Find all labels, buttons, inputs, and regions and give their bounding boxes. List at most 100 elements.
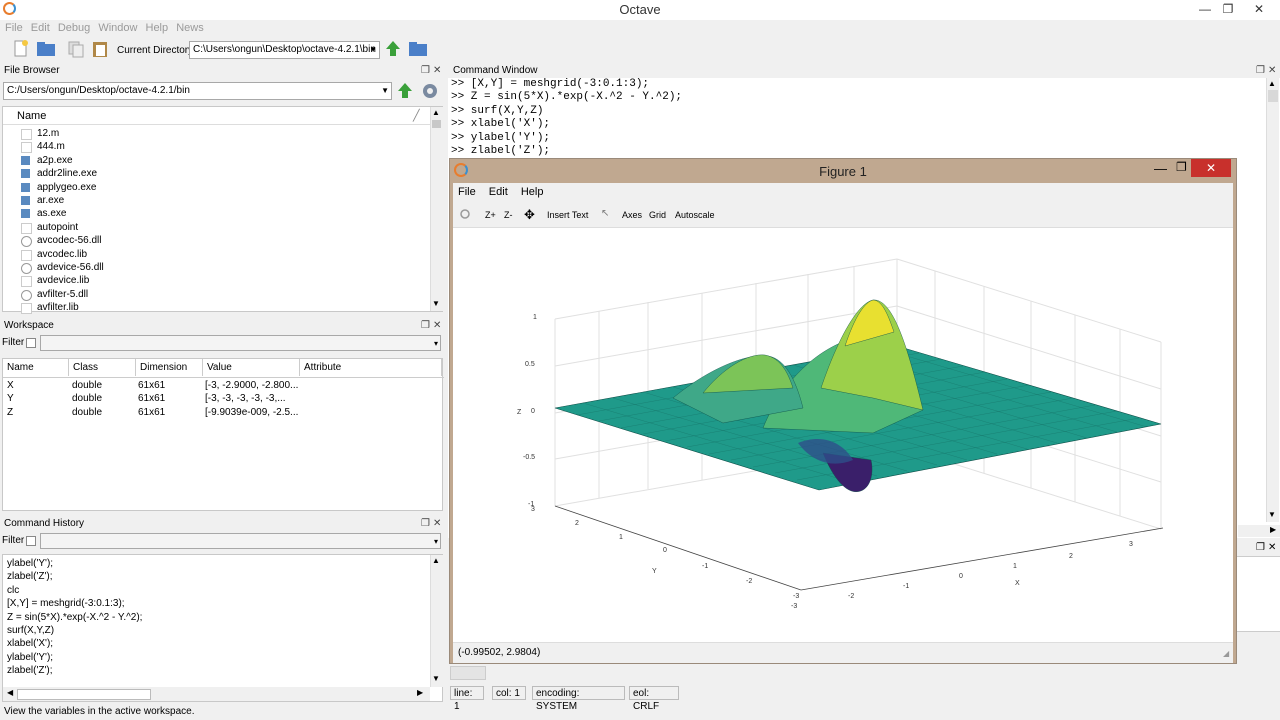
command-hscroll-fragment[interactable]: ▶ <box>1238 525 1280 537</box>
current-directory-label: Current Directory: <box>117 45 196 56</box>
browse-folder-icon[interactable] <box>408 40 427 58</box>
chevron-down-icon[interactable]: ▾ <box>434 534 438 550</box>
scroll-up-icon[interactable]: ▲ <box>432 556 440 565</box>
history-filter-input[interactable]: ▾ <box>40 533 441 549</box>
history-entry[interactable]: surf(X,Y,Z) <box>7 624 54 637</box>
history-hscrollbar[interactable]: ◀ ▶ <box>3 687 430 701</box>
figure-menu-edit[interactable]: Edit <box>489 186 508 198</box>
file-list-scrollbar[interactable]: ▲ ▼ <box>430 107 443 311</box>
undock-icon[interactable]: ❐ <box>1256 542 1265 553</box>
new-script-icon[interactable] <box>12 40 30 58</box>
column-header[interactable]: Value <box>203 359 300 376</box>
zoom-in-button[interactable]: Z+ <box>485 209 496 222</box>
command-hscroll-thumb[interactable] <box>450 666 486 680</box>
menu-file[interactable]: File <box>5 20 23 36</box>
menu-window[interactable]: Window <box>98 20 137 36</box>
copy-icon[interactable] <box>67 40 85 58</box>
column-name-header[interactable]: Name <box>17 110 46 122</box>
minimize-button[interactable]: — <box>1154 161 1167 176</box>
close-icon[interactable]: ✕ <box>433 63 441 79</box>
zoom-out-button[interactable]: Z- <box>504 209 513 222</box>
figure-canvas[interactable]: 1 0.5 0 -0.5 -1 -3 -2 -1 0 1 2 3 -3 -2 -1 0 1 2 3 Z X Y <box>453 228 1233 642</box>
document-file-icon <box>21 276 32 288</box>
column-header[interactable]: Dimension <box>136 359 203 376</box>
figure-menu-file[interactable]: File <box>458 186 476 198</box>
chevron-down-icon[interactable]: ▼ <box>381 83 389 99</box>
history-entry[interactable]: ylabel('Y'); <box>7 557 53 570</box>
workspace-row[interactable]: Ydouble 61x61 [-3, -3, -3, -3, -3,... <box>3 392 442 405</box>
history-entry[interactable]: zlabel('Z'); <box>7 664 53 677</box>
scroll-down-icon[interactable]: ▼ <box>432 674 440 683</box>
undock-icon[interactable]: ❐ <box>421 516 430 532</box>
menu-news[interactable]: News <box>176 20 204 36</box>
file-name: avdevice.lib <box>37 275 90 287</box>
undock-icon[interactable]: ❐ <box>1256 63 1265 79</box>
workspace-filter-input[interactable]: ▾ <box>40 335 441 351</box>
column-header[interactable]: Class <box>69 359 136 376</box>
close-button[interactable]: ✕ <box>1191 159 1231 177</box>
pan-icon[interactable]: ✥ <box>524 207 535 223</box>
column-header[interactable]: Name <box>3 359 69 376</box>
surface-plot[interactable]: 10.50-0.5-1-3-2-10123-3-2-10123 Z X Y <box>453 228 1233 642</box>
history-entry[interactable]: Z = sin(5*X).*exp(-X.^2 - Y.^2); <box>7 611 142 624</box>
autoscale-button[interactable]: Autoscale <box>675 209 715 222</box>
close-icon[interactable]: ✕ <box>433 318 441 334</box>
history-entry[interactable]: zlabel('Z'); <box>7 570 53 583</box>
column-header[interactable]: Attribute <box>300 359 442 376</box>
history-filter-checkbox[interactable] <box>26 536 36 546</box>
chevron-down-icon[interactable]: ▼ <box>369 42 377 58</box>
file-name: autopoint <box>37 221 79 233</box>
select-pointer-icon[interactable]: ↖ <box>601 208 609 219</box>
history-entry[interactable]: xlabel('X'); <box>7 637 53 650</box>
undock-icon[interactable]: ❐ <box>421 318 430 334</box>
open-folder-icon[interactable] <box>36 40 55 58</box>
up-directory-icon[interactable] <box>396 82 414 100</box>
scroll-thumb[interactable] <box>1268 90 1278 102</box>
document-file-icon <box>21 222 32 234</box>
file-browser-path-combo[interactable]: C:/Users/ongun/Desktop/octave-4.2.1/bin … <box>3 82 392 100</box>
history-entry[interactable]: ylabel('Y'); <box>7 651 53 664</box>
history-scrollbar[interactable]: ▲ ▼ <box>430 555 443 687</box>
title-bar: Octave — ❐ ✕ <box>0 0 1280 20</box>
figure-menu-bar: File Edit Help <box>453 183 1233 203</box>
editor-area-fragment[interactable] <box>1236 556 1280 632</box>
current-directory-combo[interactable]: C:\Users\ongun\Desktop\octave-4.2.1\bin … <box>189 41 380 59</box>
scroll-left-icon[interactable]: ◀ <box>7 688 13 697</box>
workspace-row[interactable]: Zdouble 61x61 [-9.9039e-009, -2.5... <box>3 406 442 419</box>
encoding-label: encoding: <box>536 688 580 699</box>
rotate-icon[interactable] <box>459 208 471 223</box>
close-icon[interactable]: ✕ <box>433 516 441 532</box>
menu-debug[interactable]: Debug <box>58 20 90 36</box>
insert-text-button[interactable]: Insert Text <box>547 209 588 222</box>
menu-help[interactable]: Help <box>146 20 169 36</box>
scroll-up-icon[interactable]: ▲ <box>1268 79 1276 88</box>
scroll-right-icon[interactable]: ▶ <box>417 688 423 697</box>
scroll-thumb[interactable] <box>432 120 441 128</box>
scroll-thumb[interactable] <box>17 689 151 700</box>
up-directory-icon[interactable] <box>384 40 402 58</box>
scroll-down-icon[interactable]: ▼ <box>1268 510 1276 519</box>
command-scrollbar[interactable]: ▲ ▼ <box>1266 78 1279 522</box>
gear-icon[interactable] <box>420 81 438 99</box>
figure-menu-help[interactable]: Help <box>521 186 544 198</box>
history-entry[interactable]: clc <box>7 584 19 597</box>
axes-button[interactable]: Axes <box>622 209 642 222</box>
y-tick-label: -1 <box>702 563 708 570</box>
workspace-filter-checkbox[interactable] <box>26 338 36 348</box>
workspace-row[interactable]: Xdouble 61x61 [-3, -2.9000, -2.800... <box>3 379 442 392</box>
menu-edit[interactable]: Edit <box>31 20 50 36</box>
scroll-up-icon[interactable]: ▲ <box>432 108 440 117</box>
close-icon[interactable]: ✕ <box>1268 542 1276 553</box>
resize-grip-icon[interactable]: ◢ <box>1223 649 1229 658</box>
undock-icon[interactable]: ❐ <box>421 63 430 79</box>
scroll-down-icon[interactable]: ▼ <box>432 299 440 308</box>
close-icon[interactable]: ✕ <box>1268 63 1276 79</box>
paste-icon[interactable] <box>91 40 109 58</box>
maximize-button[interactable]: ❐ <box>1176 160 1187 174</box>
close-button[interactable]: ✕ <box>1238 0 1280 18</box>
history-entry[interactable]: [X,Y] = meshgrid(-3:0.1:3); <box>7 597 125 610</box>
chevron-down-icon[interactable]: ▾ <box>434 336 438 352</box>
grid-button[interactable]: Grid <box>649 209 666 222</box>
file-name: ar.exe <box>37 195 65 206</box>
workspace-cell: double <box>72 393 103 405</box>
